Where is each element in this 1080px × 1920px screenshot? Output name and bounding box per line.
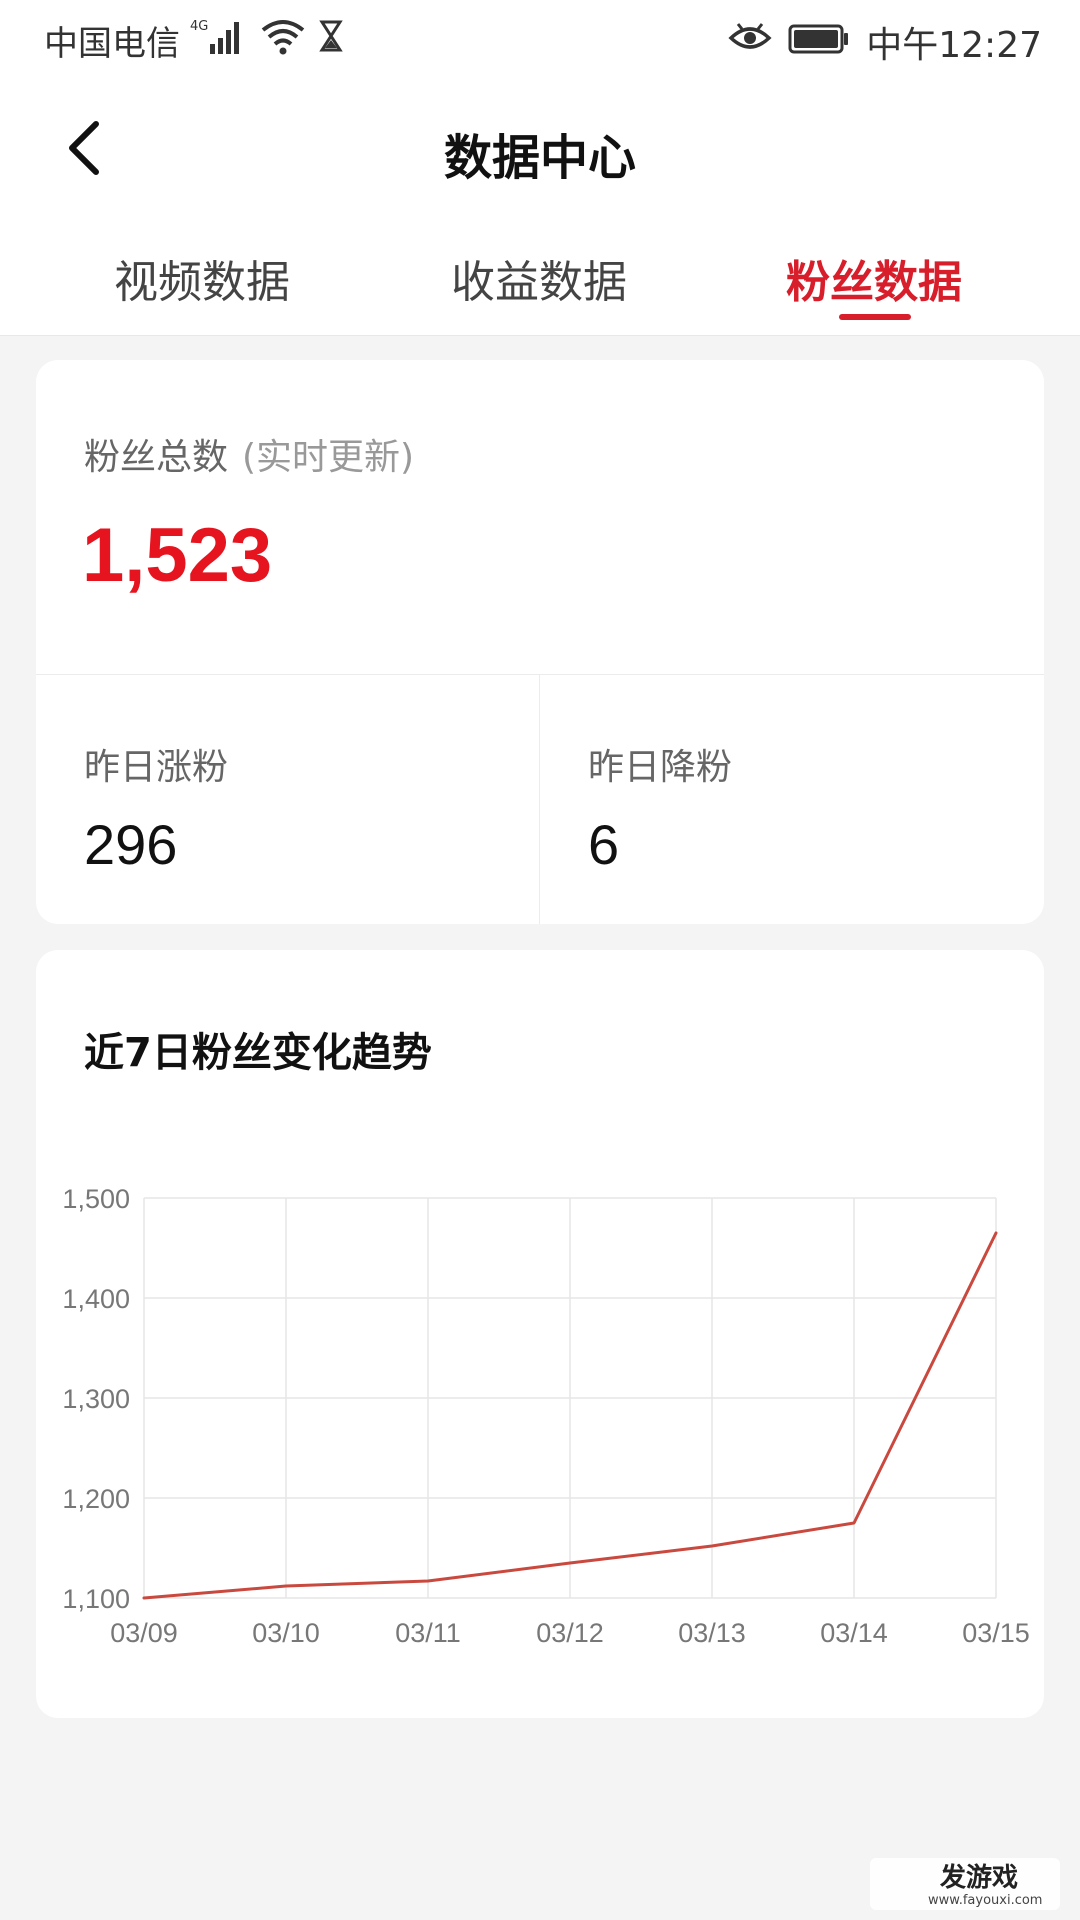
divider xyxy=(36,674,1044,675)
x-tick-label: 03/09 xyxy=(110,1618,178,1648)
yesterday-gain-label: 昨日涨粉 xyxy=(84,747,229,788)
x-tick-label: 03/15 xyxy=(962,1618,1030,1648)
svg-text:发游戏: 发游戏 xyxy=(939,1862,1018,1893)
yesterday-gain-value: 296 xyxy=(84,813,178,876)
header: 数据中心 xyxy=(0,76,1080,224)
screen: 中国电信 4G 中午12:27 数据中心 视频数据 收益数据 粉丝数据 粉丝总数… xyxy=(0,0,1080,1920)
hourglass-icon xyxy=(316,16,346,65)
y-tick-label: 1,200 xyxy=(62,1484,130,1514)
x-tick-label: 03/12 xyxy=(536,1618,604,1648)
realtime-hint: (实时更新) xyxy=(242,437,415,478)
signal-icon: 4G xyxy=(190,16,250,65)
total-fans-value: 1,523 xyxy=(82,513,273,598)
tab-revenue-data[interactable]: 收益数据 xyxy=(451,246,627,310)
carrier-label: 中国电信 xyxy=(44,24,180,64)
y-tick-label: 1,300 xyxy=(62,1384,130,1414)
total-fans-label: 粉丝总数 (实时更新) xyxy=(84,428,414,480)
tab-fans-data[interactable]: 粉丝数据 xyxy=(786,246,962,310)
tab-bar: 视频数据 收益数据 粉丝数据 xyxy=(0,224,1080,336)
active-tab-indicator xyxy=(839,314,911,320)
x-tick-label: 03/11 xyxy=(395,1618,461,1648)
x-tick-label: 03/14 xyxy=(820,1618,888,1648)
x-tick-label: 03/10 xyxy=(252,1618,320,1648)
y-tick-label: 1,500 xyxy=(62,1184,130,1214)
status-time: 中午12:27 xyxy=(866,25,1042,66)
status-bar: 中国电信 4G 中午12:27 xyxy=(0,0,1080,76)
tab-video-data[interactable]: 视频数据 xyxy=(114,246,290,310)
fans-trend-card: 近7日粉丝变化趋势 1,100 1,200 1,300 1,400 1,500 03/09… xyxy=(36,950,1044,1718)
divider xyxy=(539,675,540,924)
battery-icon xyxy=(788,18,850,67)
network-label: 4G xyxy=(190,19,208,34)
fans-summary-card: 粉丝总数 (实时更新) 1,523 昨日涨粉 296 昨日降粉 6 xyxy=(36,360,1044,924)
watermark-logo: 发游戏 www.fayouxi.com xyxy=(870,1858,1060,1910)
eye-icon xyxy=(728,18,772,67)
y-tick-label: 1,400 xyxy=(62,1284,130,1314)
yesterday-loss-value: 6 xyxy=(588,813,620,876)
svg-text:www.fayouxi.com: www.fayouxi.com xyxy=(928,1893,1042,1908)
y-tick-label: 1,100 xyxy=(62,1584,130,1614)
yesterday-loss-label: 昨日降粉 xyxy=(588,747,733,788)
total-fans-label-text: 粉丝总数 xyxy=(84,437,229,478)
wifi-icon xyxy=(260,16,306,65)
page-title: 数据中心 xyxy=(443,130,636,186)
fans-trend-chart: 1,100 1,200 1,300 1,400 1,500 03/09 03/10 03/11… xyxy=(62,1184,1030,1648)
x-tick-label: 03/13 xyxy=(678,1618,746,1648)
